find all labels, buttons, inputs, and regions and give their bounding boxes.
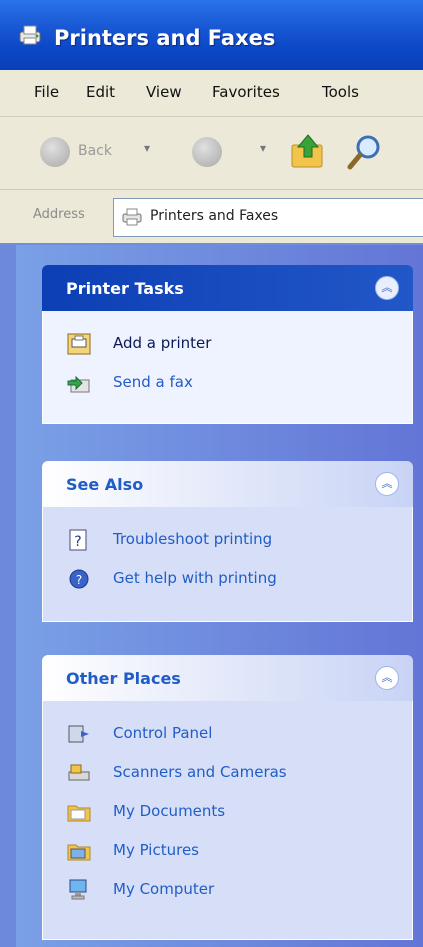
printer-tasks-header[interactable]: Printer Tasks ︽ bbox=[42, 265, 413, 311]
task-label[interactable]: Scanners and Cameras bbox=[113, 763, 287, 781]
see-also-header[interactable]: See Also ︽ bbox=[42, 461, 413, 507]
printer-tasks-title: Printer Tasks bbox=[66, 279, 184, 298]
see-also-title: See Also bbox=[66, 475, 144, 494]
folder-icon bbox=[67, 805, 91, 822]
menu-favorites[interactable]: Favorites bbox=[212, 83, 280, 101]
place-control-panel[interactable]: Control Panel bbox=[67, 721, 397, 749]
explorer-window: Printers and Faxes File Edit View Favori… bbox=[0, 0, 423, 947]
task-label[interactable]: My Computer bbox=[113, 880, 214, 898]
collapse-icon[interactable]: ︽ bbox=[375, 666, 399, 690]
other-places-body: Control Panel Scanners and Cameras My Do… bbox=[42, 701, 413, 940]
printer-tasks-group: Printer Tasks ︽ Add a printer Send a fax bbox=[42, 265, 413, 424]
collapse-icon[interactable]: ︽ bbox=[375, 472, 399, 496]
forward-icon[interactable] bbox=[192, 137, 222, 167]
pane-edge bbox=[0, 245, 16, 947]
svg-text:?: ? bbox=[74, 534, 81, 550]
printer-tasks-body: Add a printer Send a fax bbox=[42, 311, 413, 424]
window-title: Printers and Faxes bbox=[54, 26, 276, 50]
address-field[interactable]: Printers and Faxes bbox=[113, 198, 423, 237]
see-also-group: See Also ︽ ? Troubleshoot printing ? Get… bbox=[42, 461, 413, 622]
back-button-label[interactable]: Back bbox=[78, 143, 112, 159]
send-fax-icon bbox=[67, 375, 90, 393]
task-label[interactable]: Troubleshoot printing bbox=[113, 530, 272, 548]
svg-text:?: ? bbox=[76, 573, 82, 587]
other-places-title: Other Places bbox=[66, 669, 181, 688]
printers-faxes-icon bbox=[122, 208, 142, 226]
task-troubleshoot-printing[interactable]: ? Troubleshoot printing bbox=[67, 527, 397, 555]
control-panel-icon bbox=[68, 725, 89, 743]
place-my-documents[interactable]: My Documents bbox=[67, 799, 397, 827]
task-label[interactable]: Send a fax bbox=[113, 373, 193, 391]
search-icon[interactable] bbox=[346, 133, 382, 173]
printers-faxes-icon bbox=[19, 25, 41, 45]
task-label[interactable]: Add a printer bbox=[113, 334, 211, 352]
other-places-group: Other Places ︽ Control Panel Scanners an… bbox=[42, 655, 413, 940]
task-send-fax[interactable]: Send a fax bbox=[67, 370, 397, 398]
task-help-printing[interactable]: ? Get help with printing bbox=[67, 566, 397, 594]
see-also-body: ? Troubleshoot printing ? Get help with … bbox=[42, 507, 413, 622]
menu-bar: File Edit View Favorites Tools bbox=[0, 70, 423, 117]
task-add-printer[interactable]: Add a printer bbox=[67, 331, 397, 359]
task-label[interactable]: My Documents bbox=[113, 802, 225, 820]
address-value[interactable]: Printers and Faxes bbox=[150, 208, 278, 224]
toolbar: Back ▾ ▾ bbox=[0, 117, 423, 190]
task-label[interactable]: My Pictures bbox=[113, 841, 199, 859]
place-my-pictures[interactable]: My Pictures bbox=[67, 838, 397, 866]
add-printer-icon bbox=[67, 333, 91, 355]
address-bar: Address Printers and Faxes bbox=[0, 190, 423, 245]
forward-dropdown-icon[interactable]: ▾ bbox=[260, 141, 266, 155]
task-label[interactable]: Get help with printing bbox=[113, 569, 277, 587]
place-my-computer[interactable]: My Computer bbox=[67, 877, 397, 905]
title-bar[interactable]: Printers and Faxes bbox=[0, 0, 423, 71]
menu-view[interactable]: View bbox=[146, 83, 182, 101]
folder-icon bbox=[67, 844, 91, 861]
menu-tools[interactable]: Tools bbox=[322, 83, 359, 101]
my-computer-icon bbox=[69, 879, 87, 900]
menu-file[interactable]: File bbox=[34, 83, 59, 101]
address-label: Address bbox=[33, 207, 85, 222]
collapse-icon[interactable]: ︽ bbox=[375, 276, 399, 300]
task-label[interactable]: Control Panel bbox=[113, 724, 212, 742]
task-pane: Printer Tasks ︽ Add a printer Send a fax… bbox=[0, 245, 423, 947]
up-folder-icon[interactable] bbox=[290, 131, 326, 171]
help-icon: ? bbox=[69, 569, 89, 589]
back-dropdown-icon[interactable]: ▾ bbox=[144, 141, 150, 155]
other-places-header[interactable]: Other Places ︽ bbox=[42, 655, 413, 701]
back-icon[interactable] bbox=[40, 137, 70, 167]
menu-edit[interactable]: Edit bbox=[86, 83, 115, 101]
scanners-cameras-icon bbox=[68, 764, 90, 781]
place-scanners-cameras[interactable]: Scanners and Cameras bbox=[67, 760, 397, 788]
troubleshoot-icon: ? bbox=[69, 529, 87, 551]
